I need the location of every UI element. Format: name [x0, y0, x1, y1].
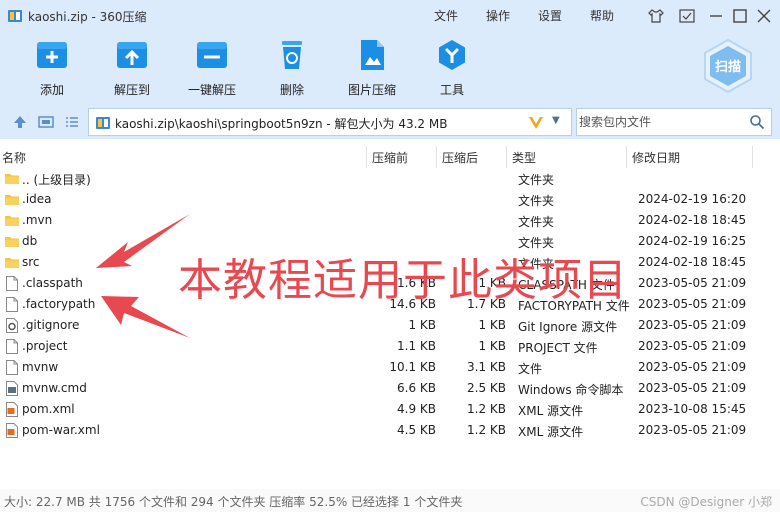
status-text: 大小: 22.7 MB 共 1756 个文件和 294 个文件夹 压缩率 52.… [4, 495, 463, 509]
status-bar: 大小: 22.7 MB 共 1756 个文件和 294 个文件夹 压缩率 52.… [0, 489, 780, 512]
annotation-text: 本教程适用于此类项目 [178, 255, 628, 306]
watermark: CSDN @Designer 小郑 [640, 495, 772, 509]
annotation-arrow [101, 296, 190, 338]
annotation-arrow [96, 214, 190, 268]
